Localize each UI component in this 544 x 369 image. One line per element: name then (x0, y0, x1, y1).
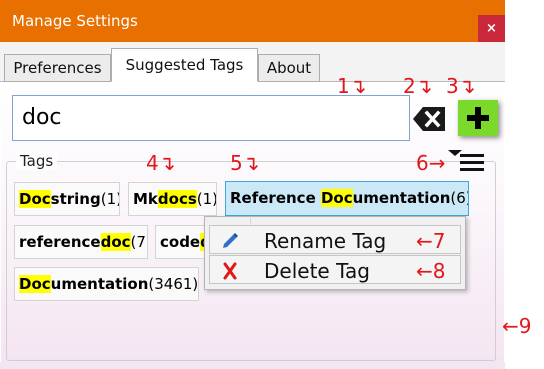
plus-icon (467, 107, 489, 129)
tags-menu-button[interactable] (448, 150, 486, 172)
tab-preferences[interactable]: Preferences (4, 54, 111, 82)
tag-chip-referencedoc[interactable]: referencedoc(7) (14, 225, 148, 259)
add-tag-button[interactable] (458, 100, 498, 136)
clear-icon (413, 107, 445, 131)
tags-group-legend: Tags (16, 152, 58, 170)
tab-about[interactable]: About (258, 54, 320, 82)
annotation-1: 1↴ (337, 74, 367, 98)
clear-search-button[interactable] (412, 106, 446, 132)
annotation-3: 3↴ (446, 74, 476, 98)
tag-chip-mkdocs[interactable]: Mkdocs(1) (128, 182, 217, 216)
annotation-6: 6→ (416, 151, 446, 175)
pencil-icon (220, 231, 240, 251)
delete-tag-label: Delete Tag (264, 259, 370, 283)
rename-tag-label: Rename Tag (264, 229, 387, 253)
manage-settings-dialog: Manage Settings × Preferences About Sugg… (0, 0, 505, 369)
close-button[interactable]: × (478, 15, 505, 42)
bottom-strip (0, 362, 505, 369)
annotation-4: 4↴ (146, 151, 176, 175)
annotation-7: ←7 (416, 229, 446, 253)
close-icon: × (486, 21, 497, 36)
annotation-2: 2↴ (403, 74, 433, 98)
red-x-icon (220, 261, 240, 281)
title-bar: Manage Settings × (0, 0, 505, 42)
annotation-5: 5↴ (230, 151, 260, 175)
hamburger-icon (460, 154, 484, 157)
tag-chip-docstring[interactable]: Docstring(1) (14, 182, 120, 216)
tab-suggested-tags[interactable]: Suggested Tags (111, 48, 258, 82)
annotation-8: ←8 (416, 259, 446, 283)
tag-search-input[interactable]: doc (12, 95, 410, 141)
annotation-9: ←9 (502, 314, 532, 338)
window-title: Manage Settings (12, 12, 138, 30)
tag-chip-reference-documentation[interactable]: Reference Documentation(6) (225, 181, 469, 216)
tag-chip-documentation[interactable]: Documentation(3461) (14, 267, 199, 301)
